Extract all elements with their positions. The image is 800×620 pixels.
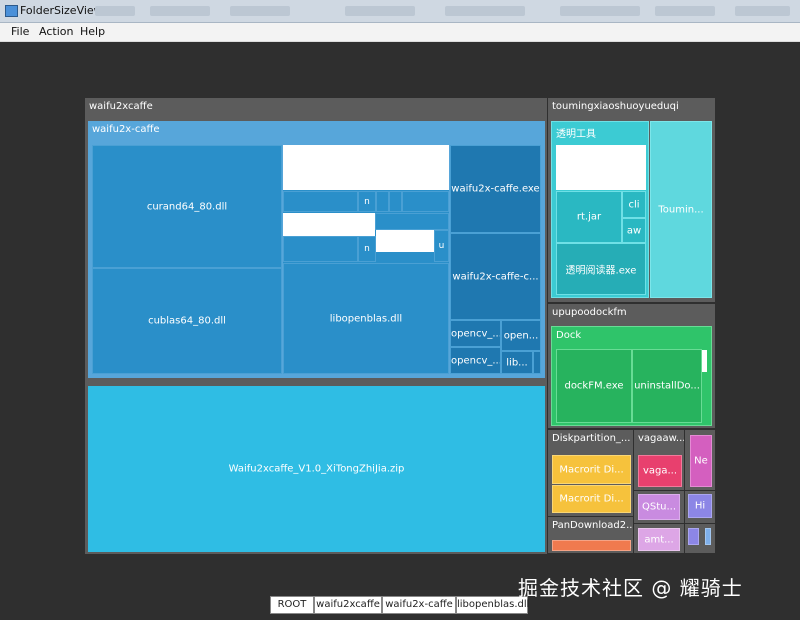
file-label: opencv_...: [451, 328, 500, 339]
file-curand64[interactable]: curand64_80.dll: [92, 145, 282, 268]
background-tab: [445, 6, 525, 16]
file-waifu2x-caffe-exe[interactable]: waifu2x-caffe.exe: [450, 145, 541, 233]
small-file[interactable]: n: [358, 191, 376, 212]
folder-label: waifu2xcaffe: [89, 101, 153, 112]
small-file[interactable]: [375, 213, 449, 230]
background-tab: [345, 6, 415, 16]
menu-file[interactable]: File: [11, 25, 29, 38]
file-label: Hi: [694, 500, 706, 512]
window-title: FolderSizeView: [20, 4, 103, 17]
small-file[interactable]: [688, 528, 699, 545]
background-tab: [655, 6, 715, 16]
file-qstu[interactable]: QStu...: [638, 494, 680, 520]
file-hi[interactable]: Hi: [688, 494, 712, 518]
file-label: aw: [626, 225, 642, 236]
file-label: Macrorit Di...: [559, 464, 624, 475]
selected-file[interactable]: [283, 145, 449, 190]
file-dockfm-exe[interactable]: dockFM.exe: [556, 349, 632, 423]
selected-file[interactable]: [376, 230, 434, 252]
file-label: waifu2x-caffe.exe: [451, 183, 540, 195]
file-reader-exe[interactable]: 透明阅读器.exe: [556, 243, 646, 295]
file-waifu2x-caffe-c[interactable]: waifu2x-caffe-c...: [450, 233, 541, 320]
file-opencv[interactable]: opencv_...: [450, 320, 501, 347]
file-label: n: [364, 244, 370, 254]
breadcrumb-root[interactable]: ROOT: [270, 596, 314, 614]
file-open[interactable]: open...: [501, 320, 541, 351]
file-label: Waifu2xcaffe_V1.0_XiTongZhiJia.zip: [228, 463, 405, 475]
app-icon: [5, 5, 18, 17]
file-label: cli: [628, 199, 640, 210]
file-pandownload[interactable]: [552, 540, 631, 551]
folder-label: 透明工具: [556, 129, 596, 140]
small-file[interactable]: [389, 191, 402, 212]
menu-action[interactable]: Action: [39, 25, 73, 38]
background-tab: [230, 6, 290, 16]
file-label: vaga...: [642, 465, 678, 477]
file-label: libopenblas.dll: [329, 313, 403, 324]
file-label: amt...: [644, 534, 674, 545]
background-tab: [150, 6, 210, 16]
file-label: n: [364, 196, 370, 207]
file-label: opencv_...: [451, 355, 500, 366]
background-tab: [560, 6, 640, 16]
file-label: rt.jar: [576, 211, 602, 223]
file-vaga[interactable]: vaga...: [638, 455, 682, 487]
file-label: uninstallDo...: [634, 380, 700, 392]
small-file[interactable]: [376, 191, 389, 212]
watermark: 掘金技术社区 @ 耀骑士: [518, 576, 743, 600]
title-bar: FolderSizeView: [0, 0, 800, 23]
file-rt-jar[interactable]: rt.jar: [556, 191, 622, 243]
folder-label: waifu2x-caffe: [92, 124, 160, 135]
background-tab: [735, 6, 790, 16]
file-label: 透明阅读器.exe: [565, 265, 637, 277]
file-toumin[interactable]: Toumin...: [650, 121, 712, 298]
file-libopenblas[interactable]: libopenblas.dll: [283, 263, 449, 374]
folder-label: Diskpartition_...: [552, 433, 631, 444]
file-label: cublas64_80.dll: [148, 315, 226, 327]
file-amt[interactable]: amt...: [638, 528, 680, 551]
file-macrorit[interactable]: Macrorit Di...: [552, 485, 631, 513]
background-tab: [95, 6, 135, 16]
selected-file[interactable]: [283, 213, 375, 236]
selected-file[interactable]: [556, 145, 646, 190]
file-cli[interactable]: cli: [622, 191, 646, 218]
file-aw[interactable]: aw: [622, 218, 646, 243]
folder-label: PanDownload2...: [552, 520, 633, 531]
file-label: open...: [503, 330, 539, 341]
small-file[interactable]: [402, 191, 449, 212]
file-waifu2xcaffe-zip[interactable]: Waifu2xcaffe_V1.0_XiTongZhiJia.zip: [88, 386, 545, 552]
file-label: Ne: [694, 455, 708, 467]
small-file[interactable]: [705, 528, 711, 545]
file-label: dockFM.exe: [564, 380, 624, 392]
file-uninstall-dock[interactable]: uninstallDo...: [632, 349, 702, 423]
small-file[interactable]: [283, 191, 358, 212]
file-label: QStu...: [641, 501, 676, 513]
file-label: Toumin...: [658, 204, 704, 215]
file-lib[interactable]: lib...: [501, 351, 533, 374]
menu-help[interactable]: Help: [80, 25, 105, 38]
small-file[interactable]: n: [358, 236, 376, 262]
file-cublas64[interactable]: cublas64_80.dll: [92, 268, 282, 374]
file-label: waifu2x-caffe-c...: [452, 271, 539, 282]
small-file[interactable]: [533, 351, 541, 374]
small-file[interactable]: [283, 236, 358, 262]
file-opencv[interactable]: opencv_...: [450, 347, 501, 374]
file-label: curand64_80.dll: [146, 201, 228, 212]
selected-file[interactable]: [702, 350, 707, 372]
folder-label: upupoodockfm: [552, 307, 627, 318]
breadcrumb-waifu2xcaffe[interactable]: waifu2xcaffe: [314, 596, 382, 614]
file-label: u: [438, 241, 445, 251]
folder-label: Dock: [556, 330, 582, 341]
file-macrorit[interactable]: Macrorit Di...: [552, 455, 631, 484]
folder-label: toumingxiaoshuoyueduqi: [552, 101, 679, 112]
file-label: Macrorit Di...: [559, 493, 624, 505]
menu-bar: File Action Help: [0, 23, 800, 42]
folder-label: vagaaw...: [638, 433, 684, 444]
breadcrumb-waifu2x-caffe[interactable]: waifu2x-caffe: [382, 596, 456, 614]
file-ne[interactable]: Ne: [690, 435, 712, 487]
small-file[interactable]: u: [434, 230, 449, 262]
file-label: lib...: [506, 357, 528, 368]
